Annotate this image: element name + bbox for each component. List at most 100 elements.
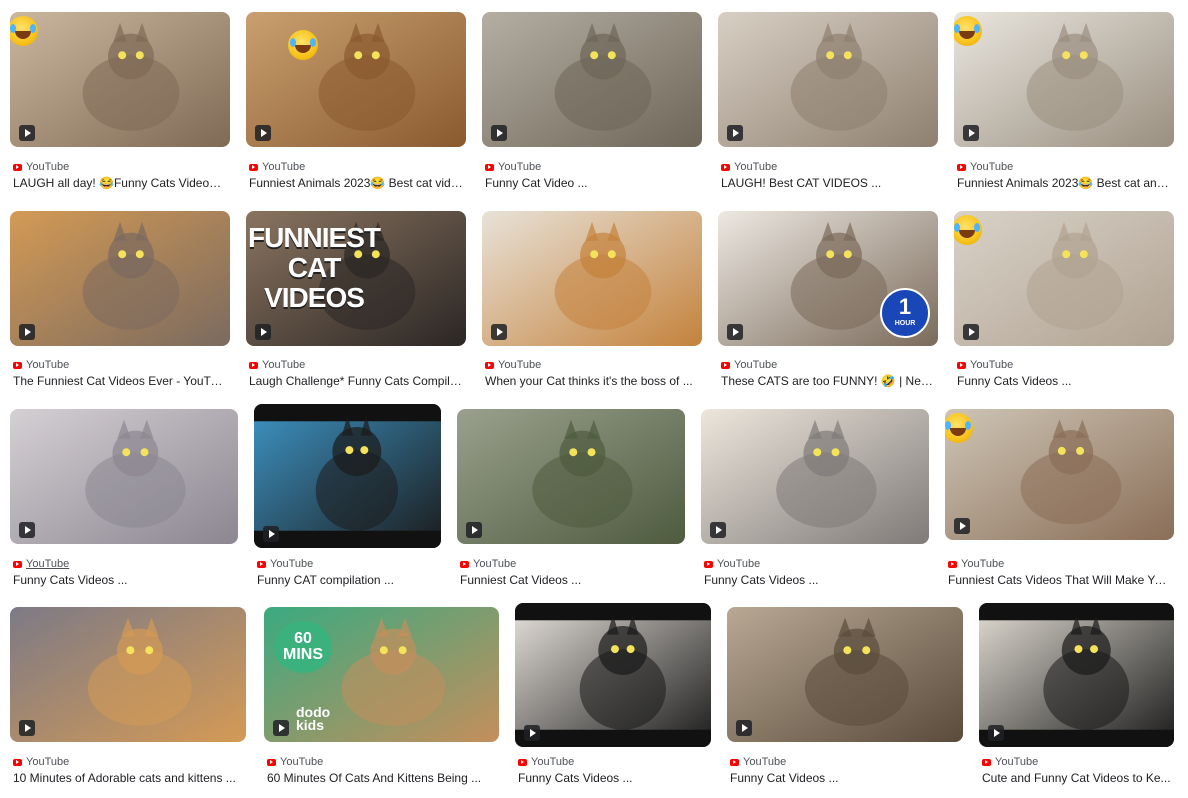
play-icon <box>491 125 507 141</box>
result-card[interactable]: 60 MINS dodo kids YouTube 60 Minutes Of Cat… <box>264 607 499 787</box>
result-source[interactable]: YouTube <box>730 755 786 769</box>
duration-bubble: 60 MINS <box>274 621 332 673</box>
play-icon <box>255 324 271 340</box>
result-source[interactable]: YouTube <box>485 160 541 174</box>
result-title[interactable]: Funniest Animals 2023😂 Best cat vide... <box>249 176 463 192</box>
video-thumbnail[interactable] <box>727 607 963 742</box>
result-source[interactable]: YouTube <box>257 557 313 571</box>
source-label: YouTube <box>531 756 575 768</box>
result-title[interactable]: LAUGH! Best CAT VIDEOS ... <box>721 176 935 192</box>
result-title[interactable]: Cute and Funny Cat Videos to Ke... <box>982 771 1171 787</box>
result-card[interactable]: YouTube Funny CAT compilation ... <box>254 404 441 589</box>
video-thumbnail[interactable] <box>718 12 938 147</box>
result-card[interactable]: YouTube The Funniest Cat Videos Ever - Yo… <box>10 211 230 390</box>
result-source[interactable]: YouTube <box>721 358 777 372</box>
result-card[interactable]: YouTube Funny Cats Videos ... <box>701 409 929 589</box>
video-thumbnail[interactable] <box>457 409 685 544</box>
result-source[interactable]: YouTube <box>704 557 760 571</box>
video-thumbnail[interactable]: FUNNIEST CAT VIDEOS <box>246 211 466 346</box>
thumbnail-image <box>10 409 238 544</box>
result-card[interactable]: 1 HOUR YouTube These CATS are too FUNNY! 🤣 … <box>718 211 938 390</box>
result-source[interactable]: YouTube <box>982 755 1038 769</box>
thumbnail-image <box>10 211 230 346</box>
result-card[interactable]: YouTube Funny Cat Videos ... <box>727 607 963 787</box>
result-title[interactable]: Funny Cats Videos ... <box>704 573 926 589</box>
result-card[interactable]: YouTube Funny Cats Videos ... <box>515 603 711 787</box>
result-source[interactable]: YouTube <box>460 557 516 571</box>
result-card[interactable]: YouTube LAUGH all day! 😂Funny Cats Videos… <box>10 12 230 192</box>
result-title[interactable]: Funny Cats Videos ... <box>518 771 708 787</box>
result-title[interactable]: Funny Cats Videos ... <box>957 374 1171 390</box>
result-title[interactable]: When your Cat thinks it's the boss of ..… <box>485 374 699 390</box>
result-card[interactable]: YouTube Funniest Animals 2023😂 Best cat v… <box>246 12 466 192</box>
play-icon <box>19 720 35 736</box>
youtube-icon <box>948 560 957 568</box>
result-card[interactable]: YouTube LAUGH! Best CAT VIDEOS ... <box>718 12 938 192</box>
result-source[interactable]: YouTube <box>957 358 1013 372</box>
result-card[interactable]: FUNNIEST CAT VIDEOS YouTube Laugh Challeng… <box>246 211 466 390</box>
result-source[interactable]: YouTube <box>485 358 541 372</box>
video-thumbnail[interactable]: 1 HOUR <box>718 211 938 346</box>
result-source[interactable]: YouTube <box>249 160 305 174</box>
result-title[interactable]: Funny Cat Video ... <box>485 176 699 192</box>
video-thumbnail[interactable] <box>10 607 246 742</box>
video-thumbnail[interactable] <box>254 404 441 548</box>
video-thumbnail[interactable] <box>482 12 702 147</box>
result-source[interactable]: YouTube <box>957 160 1013 174</box>
result-title[interactable]: LAUGH all day! 😂Funny Cats Videos ... <box>13 176 227 192</box>
video-thumbnail[interactable] <box>979 603 1174 747</box>
play-icon <box>710 522 726 538</box>
video-thumbnail[interactable] <box>515 603 711 747</box>
play-icon <box>954 518 970 534</box>
result-card[interactable]: YouTube When your Cat thinks it's the bos… <box>482 211 702 390</box>
youtube-icon <box>249 361 258 369</box>
result-card[interactable]: YouTube Cute and Funny Cat Videos to Ke..… <box>979 603 1174 787</box>
result-title[interactable]: These CATS are too FUNNY! 🤣 | New... <box>721 374 935 390</box>
result-source[interactable]: YouTube <box>267 755 323 769</box>
result-source[interactable]: YouTube <box>518 755 574 769</box>
result-title[interactable]: Funniest Cat Videos ... <box>460 573 682 589</box>
video-thumbnail[interactable] <box>701 409 929 544</box>
result-card[interactable]: YouTube Funny Cats Videos ... <box>10 409 238 589</box>
result-title[interactable]: 60 Minutes Of Cats And Kittens Being ... <box>267 771 496 787</box>
result-card[interactable]: YouTube Funniest Cats Videos That Will Ma… <box>945 409 1174 589</box>
video-thumbnail[interactable] <box>954 12 1174 147</box>
source-label: YouTube <box>970 359 1014 371</box>
result-source[interactable]: YouTube <box>13 160 69 174</box>
play-icon <box>19 125 35 141</box>
result-source[interactable]: YouTube <box>721 160 777 174</box>
result-title[interactable]: Funniest Cats Videos That Will Make You.… <box>948 573 1171 589</box>
video-thumbnail[interactable]: 60 MINS dodo kids <box>264 607 499 742</box>
youtube-icon <box>721 361 730 369</box>
result-source[interactable]: YouTube <box>13 557 69 571</box>
result-card[interactable]: YouTube 10 Minutes of Adorable cats and k… <box>10 607 246 787</box>
source-label: YouTube <box>995 756 1039 768</box>
video-thumbnail[interactable] <box>10 409 238 544</box>
video-thumbnail[interactable] <box>246 12 466 147</box>
badge-unit: HOUR <box>894 320 916 327</box>
result-card[interactable]: YouTube Funniest Animals 2023😂 Best cat a… <box>954 12 1174 192</box>
result-source[interactable]: YouTube <box>13 358 69 372</box>
result-title[interactable]: Laugh Challenge* Funny Cats Compilat... <box>249 374 463 390</box>
result-card[interactable]: YouTube Funny Cat Video ... <box>482 12 702 192</box>
video-thumbnail[interactable] <box>945 409 1174 540</box>
video-thumbnail[interactable] <box>954 211 1174 346</box>
result-title[interactable]: 10 Minutes of Adorable cats and kittens … <box>13 771 243 787</box>
result-source[interactable]: YouTube <box>13 755 69 769</box>
result-title[interactable]: Funny Cat Videos ... <box>730 771 960 787</box>
video-thumbnail[interactable] <box>10 211 230 346</box>
video-thumbnail[interactable] <box>10 12 230 147</box>
result-card[interactable]: YouTube Funny Cats Videos ... <box>954 211 1174 390</box>
result-card[interactable]: YouTube Funniest Cat Videos ... <box>457 409 685 589</box>
cat-head <box>1061 626 1111 675</box>
result-title[interactable]: The Funniest Cat Videos Ever - YouTube <box>13 374 227 390</box>
source-label: YouTube <box>26 756 70 768</box>
youtube-icon <box>257 560 266 568</box>
result-title[interactable]: Funniest Animals 2023😂 Best cat and ... <box>957 176 1171 192</box>
result-source[interactable]: YouTube <box>948 557 1004 571</box>
result-title[interactable]: Funny Cats Videos ... <box>13 573 235 589</box>
video-thumbnail[interactable] <box>482 211 702 346</box>
thumbnail-image <box>954 211 1174 346</box>
result-source[interactable]: YouTube <box>249 358 305 372</box>
result-title[interactable]: Funny CAT compilation ... <box>257 573 438 589</box>
